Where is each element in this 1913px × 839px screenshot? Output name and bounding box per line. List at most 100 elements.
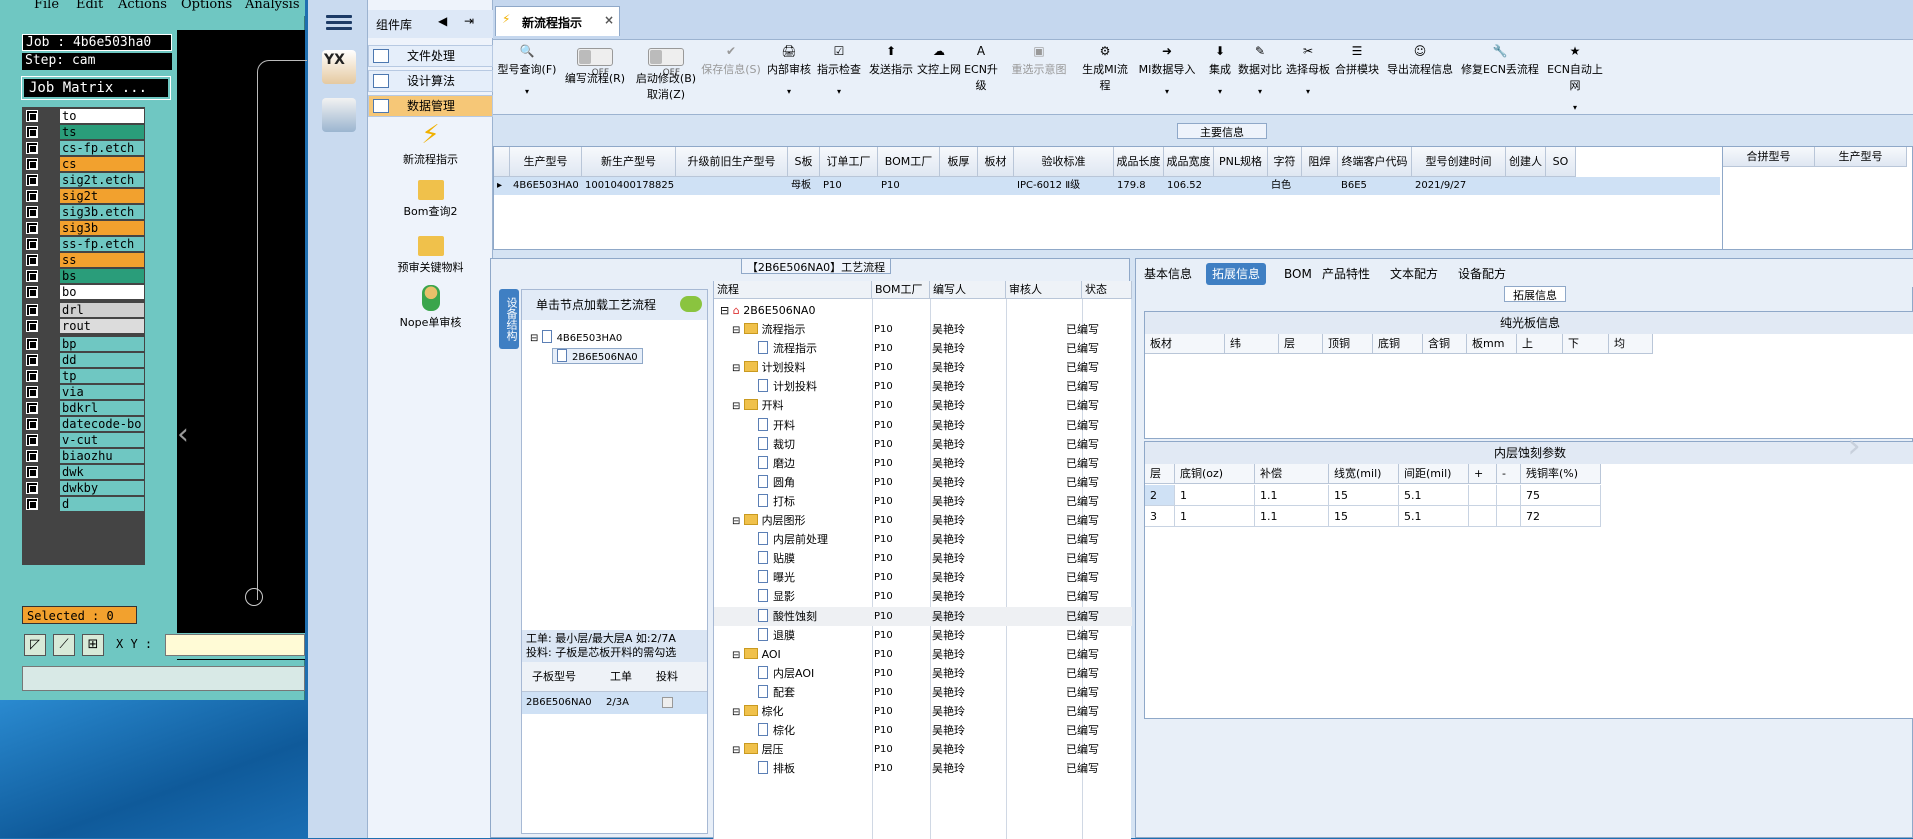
ribbon-button[interactable]: ⚙ 生成MI流程 (1079, 40, 1131, 115)
table-cell[interactable]: 1.1 (1255, 485, 1329, 506)
ribbon-button[interactable]: OFF 启动修改(B) 取消(Z) (631, 40, 701, 115)
table-cell[interactable]: 15 (1329, 485, 1399, 506)
sub-board-row[interactable]: 2B6E506NA0 2/3A (522, 692, 707, 714)
ribbon-button[interactable]: ➜ MI数据导入 ▾ (1133, 40, 1201, 115)
ribbon-button[interactable]: A ECN升级 (963, 40, 999, 115)
sidebar-item-data[interactable]: 数据管理 (368, 95, 493, 117)
chevron-down-icon[interactable]: ▾ (1543, 103, 1607, 112)
tree-node-parent[interactable]: ⊟ 4B6E503HA0 (530, 330, 622, 344)
tab-detail[interactable]: 拓展信息 (1206, 263, 1267, 285)
column-header[interactable]: 升级前旧生产型号 (676, 147, 788, 177)
tool-new-flow[interactable]: ⚡ 新流程指示 (368, 122, 493, 167)
layer-row[interactable]: bp (24, 337, 144, 351)
column-header[interactable]: 新生产型号 (582, 147, 676, 177)
layer-checkbox[interactable] (26, 434, 38, 446)
column-header[interactable]: PNL规格 (1214, 147, 1268, 177)
layer-row[interactable]: cs-fp.etch (24, 141, 144, 155)
layer-checkbox[interactable] (26, 270, 38, 282)
layer-checkbox[interactable] (26, 386, 38, 398)
table-cell[interactable]: 5.1 (1399, 506, 1469, 527)
ribbon-button[interactable]: ▣ 重选示意图 (1001, 40, 1077, 115)
column-header[interactable]: 型号创建时间 (1412, 147, 1506, 177)
column-header[interactable]: 状态 (1082, 281, 1132, 299)
menu-icon[interactable] (326, 12, 352, 34)
layer-row[interactable]: d (24, 497, 144, 511)
layer-row[interactable]: cs (24, 157, 144, 171)
column-header[interactable]: 编写人 (930, 281, 1006, 299)
sidebar-item-algorithm[interactable]: 设计算法 (368, 70, 493, 92)
chevron-down-icon[interactable]: ▾ (765, 87, 813, 96)
column-header[interactable]: 板材 (1145, 334, 1225, 354)
column-header[interactable]: + (1469, 464, 1497, 484)
collapse-icon[interactable]: ⊟ (732, 363, 744, 374)
column-header[interactable]: 间距(mil) (1399, 464, 1469, 484)
column-header[interactable]: 上 (1517, 334, 1563, 354)
chevron-right-icon[interactable]: › (1832, 426, 1876, 470)
layer-row[interactable]: sig2t.etch (24, 173, 144, 187)
chevron-down-icon[interactable]: ▾ (1237, 87, 1283, 96)
column-header[interactable]: 下 (1563, 334, 1609, 354)
table-cell[interactable]: 2 (1145, 485, 1175, 506)
layer-row[interactable]: to (24, 109, 144, 123)
process-row[interactable]: ⊟ 层压 P10 吴艳玲 已编写 (714, 740, 1132, 759)
process-row[interactable]: 圆角 P10 吴艳玲 已编写 (714, 473, 1132, 492)
process-row[interactable]: 开料 P10 吴艳玲 已编写 (714, 416, 1132, 435)
chat-icon[interactable] (680, 296, 702, 312)
column-header[interactable]: SO (1546, 147, 1576, 177)
collapse-icon[interactable]: ⊟ (732, 516, 744, 527)
chevron-down-icon[interactable]: ▾ (1205, 87, 1235, 96)
column-header[interactable]: 合拼型号 (1723, 147, 1815, 167)
layer-checkbox[interactable] (26, 190, 38, 202)
process-row[interactable]: ⊟ 开料 P10 吴艳玲 已编写 (714, 396, 1132, 415)
ribbon-button[interactable]: ★ ECN自动上网 ▾ (1543, 40, 1607, 115)
process-row[interactable]: 磨边 P10 吴艳玲 已编写 (714, 454, 1132, 473)
collapse-icon[interactable]: ⊟ (720, 304, 733, 317)
process-row[interactable]: 计划投料 P10 吴艳玲 已编写 (714, 377, 1132, 396)
collapse-icon[interactable]: ⊟ (732, 745, 744, 756)
process-row[interactable]: 贴膜 P10 吴艳玲 已编写 (714, 549, 1132, 568)
column-header[interactable]: 纬 (1225, 334, 1279, 354)
tool-material-review[interactable]: 预审关键物料 (368, 236, 493, 275)
table-row[interactable]: ▸ 4B6E503HA0 10010400178825 母板 P10 P10 IPC-601… (494, 177, 1720, 195)
tab-detail[interactable]: 文本配方 (1384, 263, 1444, 285)
layer-checkbox[interactable] (26, 370, 38, 382)
column-header[interactable]: 订单工厂 (820, 147, 878, 177)
layer-row[interactable]: ss (24, 253, 144, 267)
process-row[interactable]: 棕化 P10 吴艳玲 已编写 (714, 721, 1132, 740)
layer-row[interactable]: bs (24, 269, 144, 283)
process-row[interactable]: 曝光 P10 吴艳玲 已编写 (714, 568, 1132, 587)
tool-bom-query[interactable]: Bom查询2 (368, 180, 493, 219)
ribbon-button[interactable]: 🖨 内部审核 ▾ (765, 40, 813, 115)
column-header[interactable]: 成品长度 (1114, 147, 1164, 177)
layer-checkbox[interactable] (26, 320, 38, 332)
ribbon-button[interactable]: ☁ 文控上网 (917, 40, 961, 115)
chevron-left-icon[interactable]: ‹ (177, 410, 203, 460)
layer-checkbox[interactable] (26, 304, 38, 316)
column-header[interactable]: 顶铜 (1323, 334, 1373, 354)
ribbon-button[interactable]: ✔ 保存信息(S) (699, 40, 763, 115)
column-header[interactable]: 审核人 (1006, 281, 1082, 299)
process-row[interactable]: 退膜 P10 吴艳玲 已编写 (714, 626, 1132, 645)
column-header[interactable]: 生产型号 (510, 147, 582, 177)
column-header[interactable]: 补偿 (1255, 464, 1329, 484)
layer-checkbox[interactable] (26, 126, 38, 138)
layer-checkbox[interactable] (26, 338, 38, 350)
column-header[interactable]: 验收标准 (1014, 147, 1114, 177)
toggle-switch[interactable]: OFF (648, 48, 684, 78)
ribbon-button[interactable]: 🔧 修复ECN丢流程 (1459, 40, 1541, 115)
collapse-icon[interactable]: ⊟ (732, 401, 744, 412)
column-header[interactable]: BOM工厂 (878, 147, 940, 177)
process-row[interactable]: 内层前处理 P10 吴艳玲 已编写 (714, 530, 1132, 549)
column-header[interactable]: 流程 (714, 281, 872, 299)
ribbon-button[interactable]: ☺ 导出流程信息 (1383, 40, 1457, 115)
ribbon-button[interactable]: ⬇ 集成 ▾ (1205, 40, 1235, 115)
layer-checkbox[interactable] (26, 158, 38, 170)
layer-row[interactable]: v-cut (24, 433, 144, 447)
column-header[interactable]: 层 (1279, 334, 1323, 354)
chevron-down-icon[interactable]: ▾ (813, 87, 865, 96)
tree-root[interactable]: ⊟ ⌂ 2B6E506NA0 (714, 301, 1132, 320)
ribbon-button[interactable]: ⬆ 发送指示 (867, 40, 915, 115)
column-header[interactable]: 含铜 (1423, 334, 1467, 354)
process-row[interactable]: 内层AOI P10 吴艳玲 已编写 (714, 664, 1132, 683)
layer-row[interactable]: ts (24, 125, 144, 139)
